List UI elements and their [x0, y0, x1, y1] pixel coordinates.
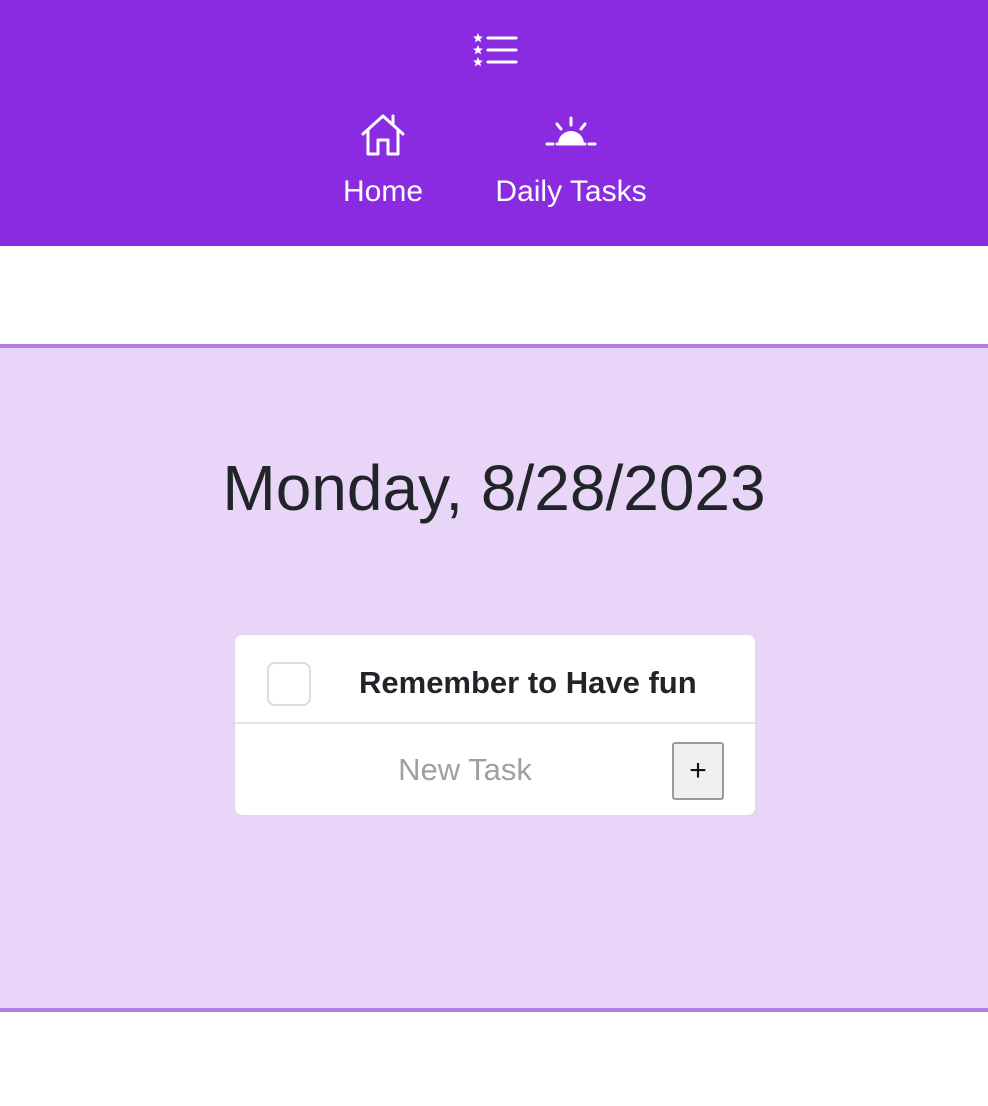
task-text: Remember to Have fun [359, 665, 697, 700]
task-row: Remember to Have fun [235, 635, 755, 724]
add-task-button[interactable]: + [672, 742, 724, 800]
starred-list-icon[interactable] [470, 30, 520, 74]
new-task-input[interactable] [255, 744, 675, 796]
nav-label-daily-tasks: Daily Tasks [495, 175, 647, 208]
navbar: Home Daily Tasks [0, 0, 988, 246]
nav-item-home[interactable]: Home [340, 108, 426, 210]
house-icon [361, 114, 405, 156]
date-heading: Monday, 8/28/2023 [222, 452, 766, 524]
task-card: Remember to Have fun + [234, 634, 756, 816]
daily-tasks-section: Monday, 8/28/2023 Remember to Have fun + [0, 344, 988, 1012]
sunrise-icon [545, 116, 597, 146]
nav-label-home: Home [342, 175, 424, 208]
nav-item-daily-tasks[interactable]: Daily Tasks [490, 108, 652, 210]
task-checkbox[interactable] [267, 662, 311, 706]
new-task-row: + [235, 724, 755, 815]
